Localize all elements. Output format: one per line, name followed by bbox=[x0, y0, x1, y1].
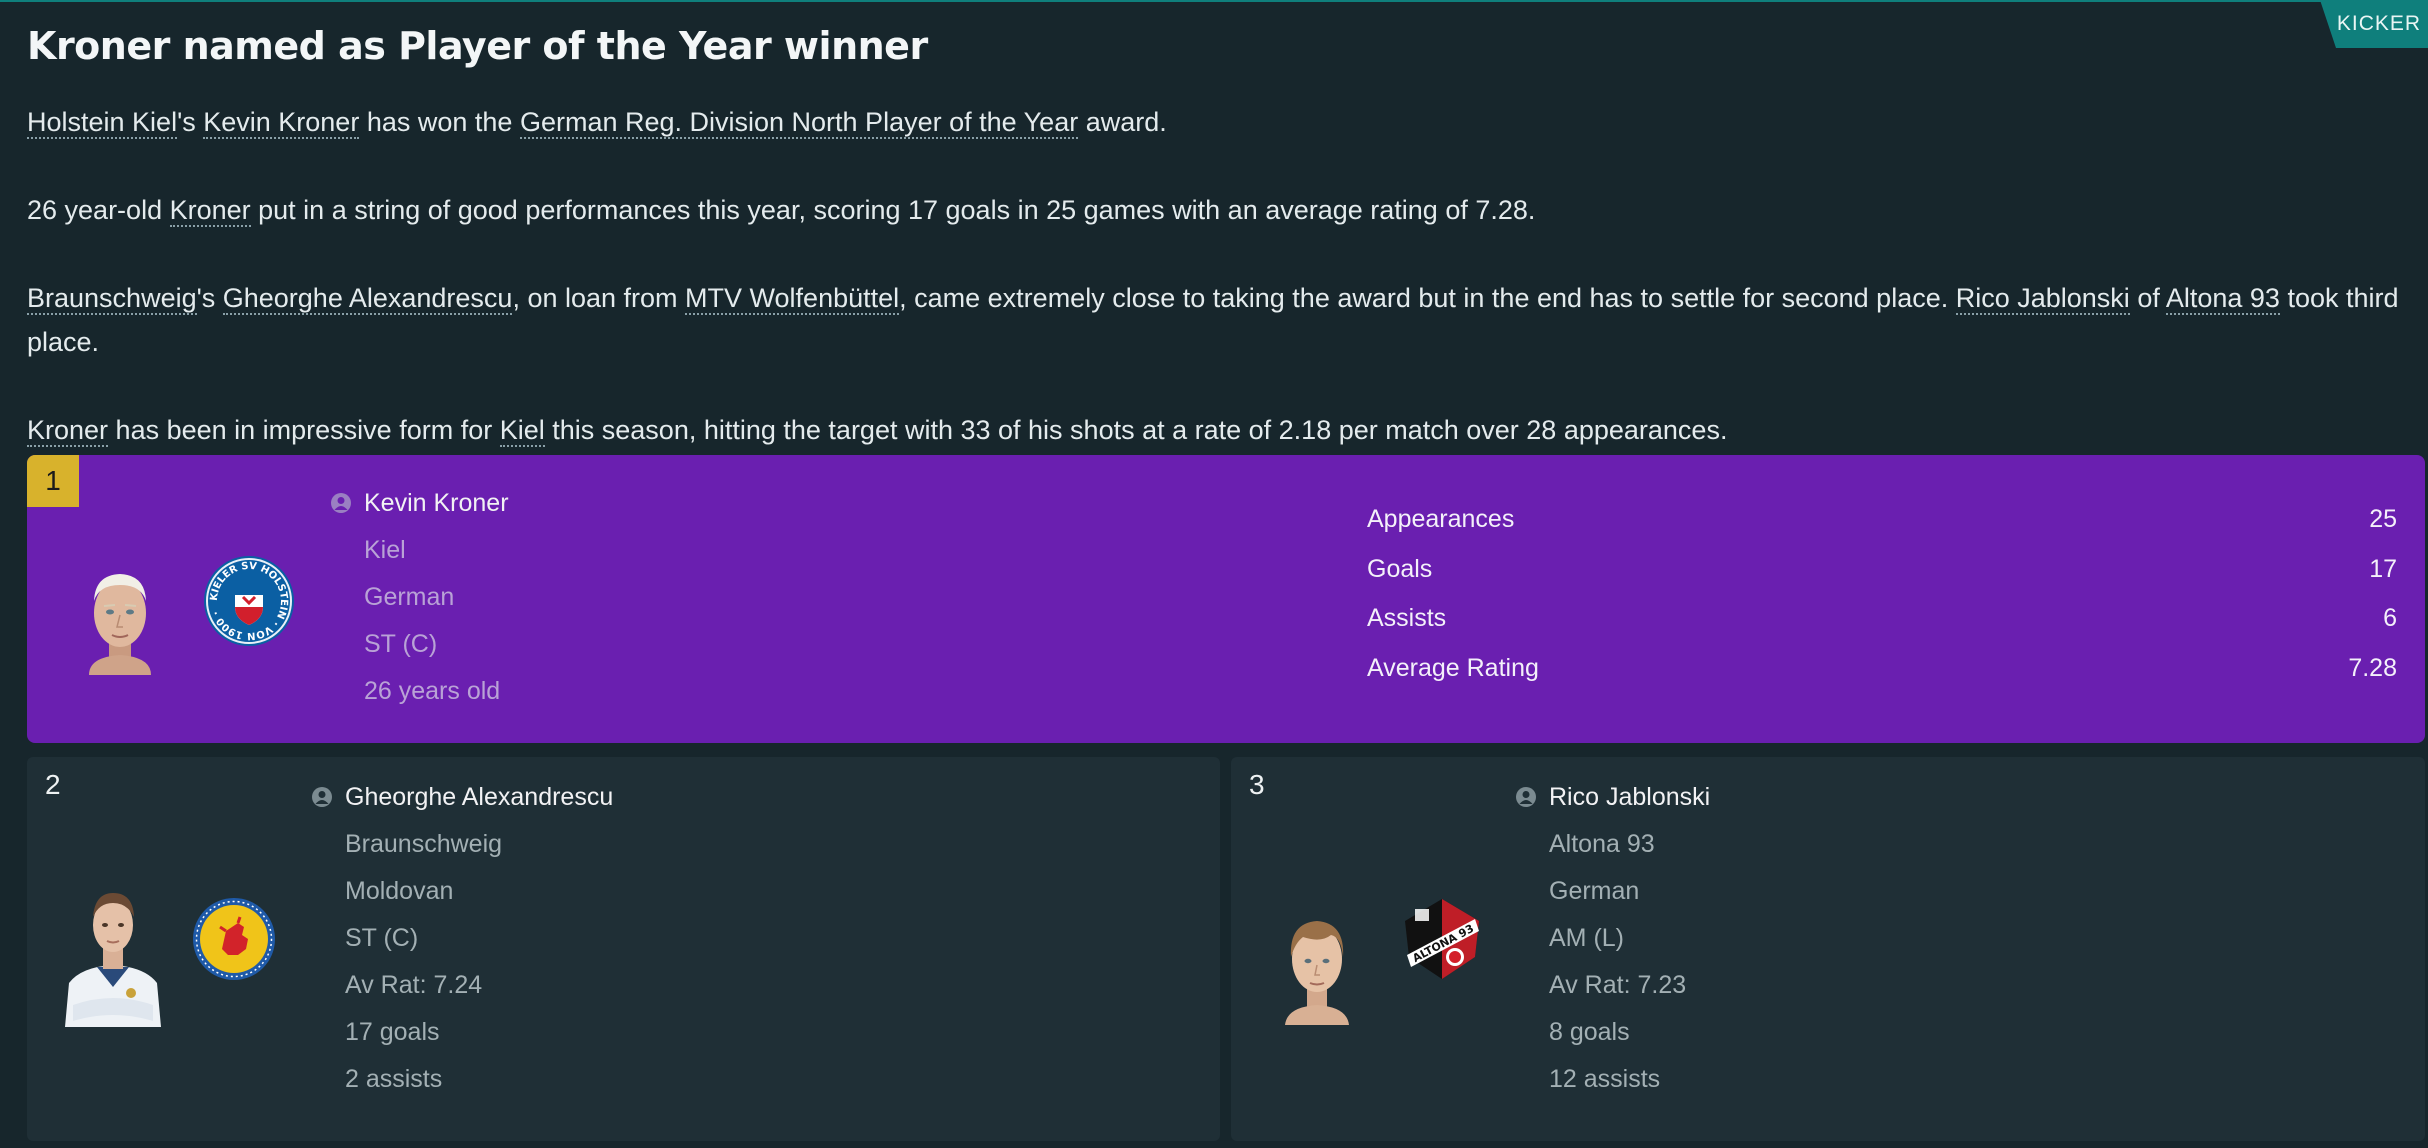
player-link-kroner[interactable]: Kroner bbox=[27, 415, 109, 447]
article-paragraph-1: Holstein Kiel's Kevin Kroner has won the… bbox=[27, 100, 2407, 144]
stat-row-appearances: Appearances 25 bbox=[1367, 505, 2397, 555]
article-body: Holstein Kiel's Kevin Kroner has won the… bbox=[27, 100, 2407, 452]
player-link-kroner[interactable]: Kroner bbox=[169, 195, 251, 227]
person-icon bbox=[331, 493, 351, 513]
winner-name-row[interactable]: Kevin Kroner bbox=[330, 479, 509, 527]
player-link-kevin-kroner[interactable]: Kevin Kroner bbox=[203, 107, 360, 139]
runner-up-nationality: German bbox=[1549, 877, 1640, 905]
runner-up-club[interactable]: Altona 93 bbox=[1515, 821, 1710, 868]
text: award. bbox=[1078, 107, 1167, 137]
club-link-holstein-kiel[interactable]: Holstein Kiel bbox=[27, 107, 178, 139]
article-paragraph-2: 26 year-old Kroner put in a string of go… bbox=[27, 188, 2407, 232]
club-link-altona-93[interactable]: Altona 93 bbox=[2165, 283, 2280, 315]
text: 26 year-old bbox=[27, 195, 170, 225]
text: 's bbox=[196, 283, 223, 313]
article-paragraph-4: Kroner has been in impressive form for K… bbox=[27, 408, 2407, 452]
runner-up-card-2[interactable]: 2 Gheorghe Alexandrescu Braunschweig Mol… bbox=[27, 757, 1220, 1141]
winner-nationality: German bbox=[364, 583, 455, 611]
club-link-kiel[interactable]: Kiel bbox=[499, 415, 545, 447]
stat-label: Average Rating bbox=[1367, 653, 1539, 682]
runner-up-club[interactable]: Braunschweig bbox=[311, 821, 613, 868]
runner-up-assists: 2 assists bbox=[345, 1065, 443, 1093]
winner-stats: Appearances 25 Goals 17 Assists 6 Averag… bbox=[1367, 505, 2397, 703]
text: of bbox=[2129, 283, 2166, 313]
text: 's bbox=[177, 107, 204, 137]
runner-up-info: Gheorghe Alexandrescu Braunschweig Moldo… bbox=[311, 773, 613, 1103]
player-face-image[interactable] bbox=[1277, 907, 1357, 1025]
text: put in a string of good performances thi… bbox=[250, 195, 1536, 225]
article-paragraph-3: Braunschweig's Gheorghe Alexandrescu, on… bbox=[27, 276, 2407, 364]
person-icon bbox=[1516, 787, 1536, 807]
winner-info: Kevin Kroner Kiel German ST (C) 26 years… bbox=[330, 479, 509, 715]
runner-up-goals: 17 goals bbox=[345, 1018, 440, 1046]
top-accent-bar bbox=[0, 0, 2428, 2]
runner-up-card-3[interactable]: 3 ALTONA 93 Rico Jablonski Altona 93 Ger… bbox=[1231, 757, 2425, 1141]
runner-up-name-row[interactable]: Gheorghe Alexandrescu bbox=[311, 773, 613, 821]
runner-up-info: Rico Jablonski Altona 93 German AM (L) A… bbox=[1515, 773, 1710, 1103]
player-face-image[interactable] bbox=[75, 555, 165, 675]
stat-row-goals: Goals 17 bbox=[1367, 555, 2397, 605]
stat-value: 25 bbox=[2369, 505, 2397, 533]
player-link-gheorghe-alexandrescu[interactable]: Gheorghe Alexandrescu bbox=[222, 283, 513, 315]
text: this season, hitting the target with 33 … bbox=[544, 415, 1728, 445]
runner-up-nationality: Moldovan bbox=[345, 877, 454, 905]
stat-label: Goals bbox=[1367, 554, 1433, 583]
stat-value: 6 bbox=[2383, 604, 2397, 632]
runner-up-assists: 12 assists bbox=[1549, 1065, 1661, 1093]
winner-name[interactable]: Kevin Kroner bbox=[364, 489, 509, 518]
club-crest-kiel[interactable]: KIELER SV HOLSTEIN · VON 1900 · bbox=[203, 555, 295, 647]
runner-up-name[interactable]: Gheorghe Alexandrescu bbox=[345, 783, 613, 812]
stat-label: Assists bbox=[1367, 604, 1447, 632]
rank-badge: 1 bbox=[27, 455, 79, 507]
stat-value: 17 bbox=[2369, 554, 2397, 583]
winner-position: ST (C) bbox=[364, 630, 438, 658]
runner-up-name-row[interactable]: Rico Jablonski bbox=[1515, 773, 1710, 821]
club-link-braunschweig[interactable]: Braunschweig bbox=[27, 283, 197, 315]
winner-card[interactable]: 1 KIELER SV HOLSTEIN · VON 1900 · Kevin … bbox=[27, 455, 2425, 743]
stat-label: Appearances bbox=[1367, 505, 1515, 533]
rank-number: 2 bbox=[45, 769, 61, 800]
person-icon bbox=[312, 787, 332, 807]
player-face-image[interactable] bbox=[61, 875, 165, 1027]
runner-up-name[interactable]: Rico Jablonski bbox=[1549, 783, 1710, 812]
source-tag: KICKER bbox=[2320, 0, 2428, 48]
runner-up-goals: 8 goals bbox=[1549, 1018, 1630, 1046]
runner-up-rating: Av Rat: 7.23 bbox=[1549, 971, 1687, 999]
player-link-rico-jablonski[interactable]: Rico Jablonski bbox=[1955, 283, 2130, 315]
runner-up-rating: Av Rat: 7.24 bbox=[345, 971, 483, 999]
text: , came extremely close to taking the awa… bbox=[899, 283, 1956, 313]
club-crest-braunschweig[interactable] bbox=[192, 897, 276, 981]
text: has won the bbox=[359, 107, 520, 137]
stat-value: 7.28 bbox=[2348, 653, 2397, 682]
runner-up-position: ST (C) bbox=[345, 924, 419, 952]
stat-row-average-rating: Average Rating 7.28 bbox=[1367, 654, 2397, 704]
stat-row-assists: Assists 6 bbox=[1367, 604, 2397, 654]
text: has been in impressive form for bbox=[108, 415, 500, 445]
text: , on loan from bbox=[512, 283, 686, 313]
runner-up-position: AM (L) bbox=[1549, 924, 1624, 952]
club-crest-altona-93[interactable]: ALTONA 93 bbox=[1403, 897, 1481, 981]
winner-club[interactable]: Kiel bbox=[330, 527, 509, 574]
winner-age: 26 years old bbox=[364, 677, 501, 705]
award-link[interactable]: German Reg. Division North Player of the… bbox=[519, 107, 1079, 139]
club-link-mtv-wolfenbuttel[interactable]: MTV Wolfenbüttel bbox=[685, 283, 900, 315]
headline: Kroner named as Player of the Year winne… bbox=[27, 24, 928, 68]
rank-number: 3 bbox=[1249, 769, 1265, 800]
